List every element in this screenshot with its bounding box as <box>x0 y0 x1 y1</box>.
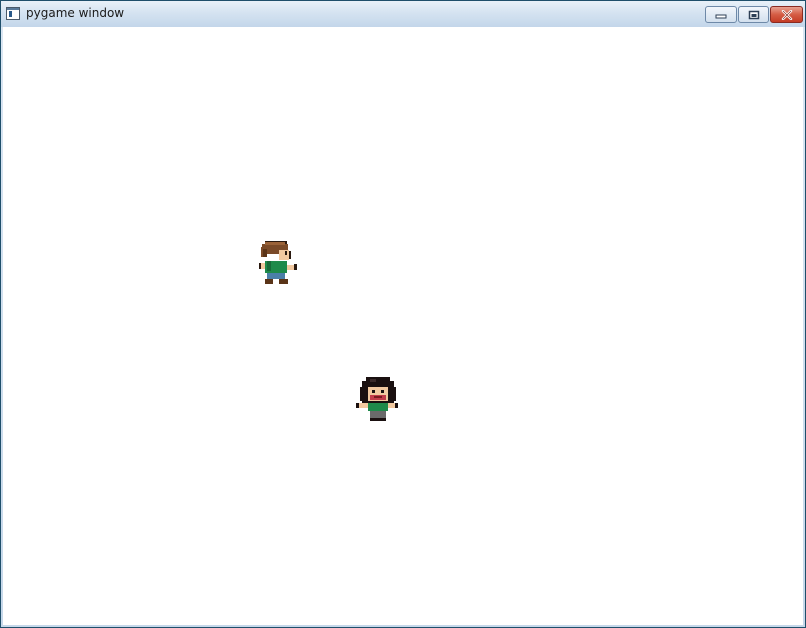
window-title: pygame window <box>26 6 125 20</box>
minimize-button[interactable] <box>705 6 737 23</box>
maximize-button[interactable] <box>738 6 769 23</box>
title-bar[interactable]: pygame window <box>1 1 805 27</box>
player-sprite-boy <box>259 241 297 284</box>
pygame-window: pygame window <box>0 0 806 628</box>
close-icon <box>781 9 792 20</box>
close-button[interactable] <box>770 6 803 23</box>
maximize-icon <box>748 10 759 19</box>
pygame-window-icon <box>6 7 20 20</box>
minimize-icon <box>715 14 727 18</box>
npc-sprite-girl <box>356 377 398 421</box>
game-canvas[interactable] <box>3 27 803 625</box>
